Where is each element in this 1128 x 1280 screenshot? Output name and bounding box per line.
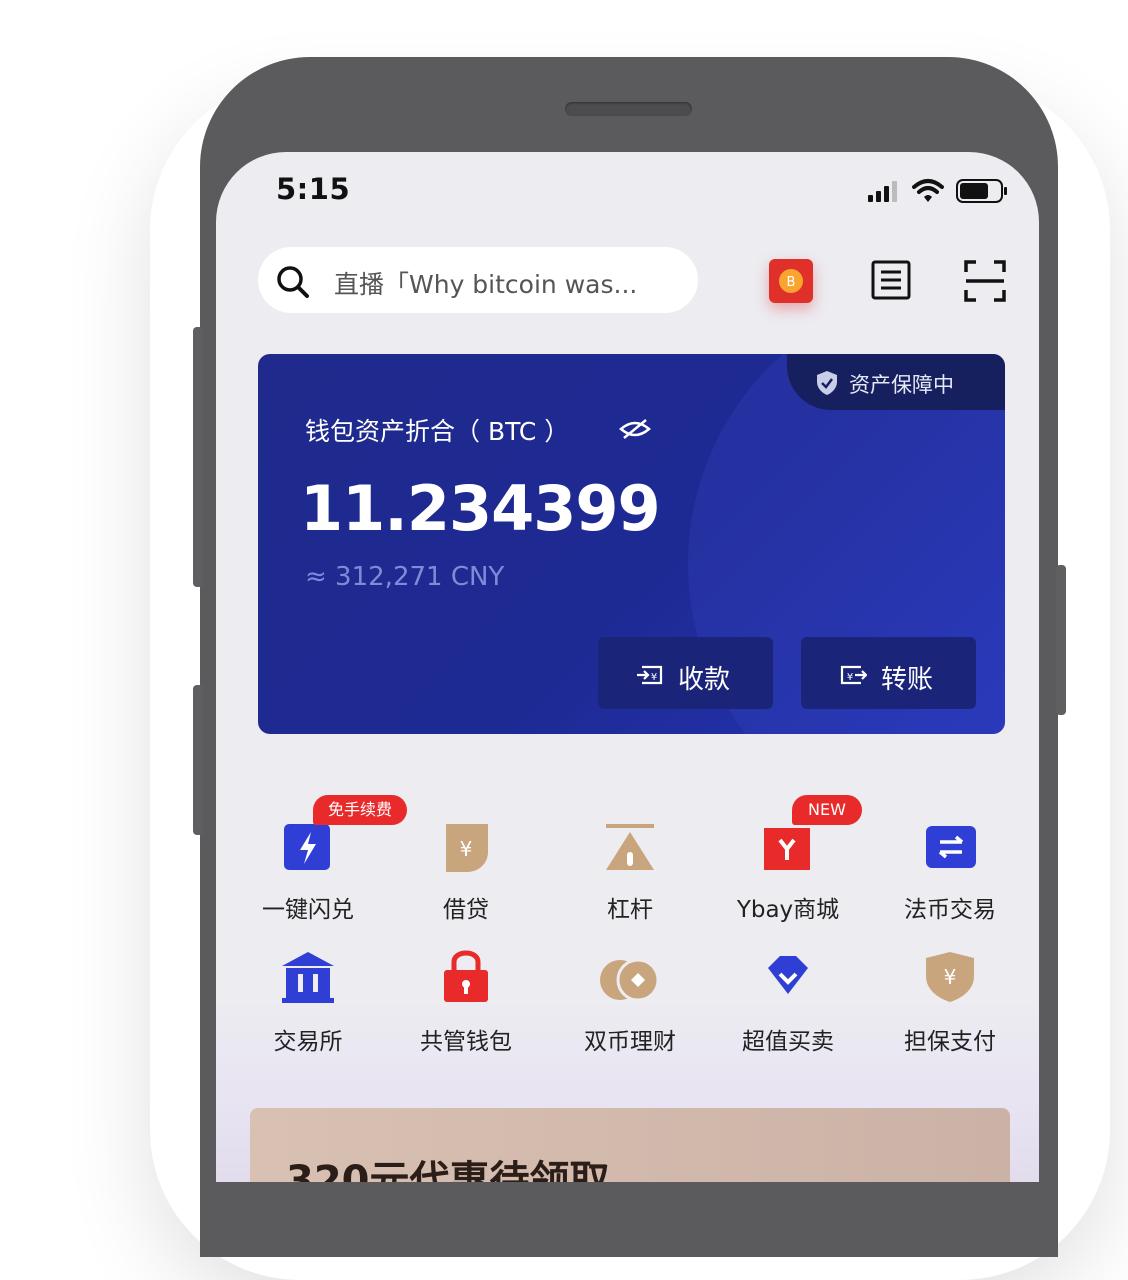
- wallet-asset-card: 资产保障中 钱包资产折合（ BTC ） 11.234399 ≈ 312,271 …: [258, 354, 1005, 734]
- feature-label: 借贷: [443, 897, 489, 923]
- feature-label: 共管钱包: [420, 1029, 512, 1055]
- feature-exchange[interactable]: 交易所: [233, 936, 383, 1066]
- exchange-arrows-icon: [926, 826, 976, 868]
- transfer-label: 转账: [881, 665, 934, 695]
- feature-label: 担保支付: [904, 1029, 996, 1055]
- receive-label: 收款: [678, 665, 731, 695]
- power-button: [1056, 565, 1066, 715]
- svg-text:B: B: [787, 275, 796, 290]
- new-tag: NEW: [792, 795, 862, 825]
- lock-icon: [444, 950, 488, 1002]
- feature-label: 交易所: [273, 1029, 343, 1055]
- asset-protection-badge[interactable]: 资产保障中: [787, 354, 1005, 410]
- records-list-icon[interactable]: [871, 260, 911, 300]
- feature-label: 一键闪兑: [262, 897, 354, 923]
- lever-icon: [606, 824, 654, 870]
- eye-hidden-icon[interactable]: [618, 416, 652, 442]
- receive-button[interactable]: ¥ 收款: [598, 637, 773, 709]
- feature-label: Ybay商城: [736, 897, 840, 923]
- coins-icon: [600, 958, 660, 1002]
- feature-value-trade[interactable]: 超值买卖: [713, 936, 863, 1066]
- protection-badge-label: 资产保障中: [849, 373, 954, 397]
- volume-button: [193, 685, 203, 835]
- feature-loan[interactable]: ¥ 借贷: [391, 804, 541, 934]
- svg-text:¥: ¥: [944, 965, 957, 989]
- shield-check-icon: [817, 371, 837, 395]
- red-packet-button[interactable]: B: [769, 259, 813, 303]
- feature-fiat-trade[interactable]: 法币交易: [875, 804, 1025, 934]
- scan-icon[interactable]: [964, 260, 1006, 302]
- cellular-signal-icon: [868, 181, 897, 202]
- feature-label: 法币交易: [904, 897, 996, 923]
- asset-label: 钱包资产折合（ BTC ）: [305, 417, 570, 446]
- shield-yen-icon: ¥: [926, 952, 974, 1002]
- feature-escrow-pay[interactable]: ¥ 担保支付: [875, 936, 1025, 1066]
- wifi-icon: [912, 179, 944, 202]
- loan-pouch-icon: ¥: [446, 824, 488, 872]
- search-placeholder: 直播「Why bitcoin was...: [334, 270, 638, 299]
- bitcoin-coin-icon: B: [779, 269, 803, 293]
- svg-text:¥: ¥: [847, 672, 853, 683]
- status-time: 5:15: [276, 172, 351, 206]
- app-screen: 5:15 直播「Why bitcoin was... B 资产保障中 钱包资产折…: [216, 152, 1039, 1182]
- bank-icon: [282, 952, 334, 1003]
- feature-label: 双币理财: [584, 1029, 676, 1055]
- speaker: [565, 102, 692, 116]
- svg-text:¥: ¥: [651, 672, 657, 683]
- promo-text: 320元代惠待领取: [286, 1158, 610, 1182]
- cny-equivalent: ≈ 312,271 CNY: [305, 562, 505, 592]
- feature-label: 超值买卖: [742, 1029, 834, 1055]
- feature-quick-swap[interactable]: 免手续费 一键闪兑: [233, 795, 407, 934]
- promo-banner[interactable]: 320元代惠待领取: [250, 1108, 1010, 1182]
- feature-cosign-wallet[interactable]: 共管钱包: [391, 936, 541, 1066]
- battery-icon: [956, 179, 1007, 203]
- feature-leverage[interactable]: 杠杆: [555, 804, 705, 934]
- btc-balance: 11.234399: [300, 472, 661, 545]
- search-bar[interactable]: 直播「Why bitcoin was...: [258, 247, 698, 313]
- svg-text:¥: ¥: [460, 837, 473, 861]
- diamond-icon: [768, 956, 808, 994]
- feature-dual-currency[interactable]: 双币理财: [555, 936, 705, 1066]
- volume-button: [193, 327, 203, 587]
- feature-ybay-mall[interactable]: NEW Ybay商城: [713, 795, 863, 934]
- transfer-icon: ¥: [840, 665, 867, 685]
- feature-label: 杠杆: [607, 897, 653, 923]
- receive-icon: ¥: [637, 665, 663, 685]
- transfer-button[interactable]: ¥ 转账: [801, 637, 976, 709]
- search-icon: [277, 266, 309, 298]
